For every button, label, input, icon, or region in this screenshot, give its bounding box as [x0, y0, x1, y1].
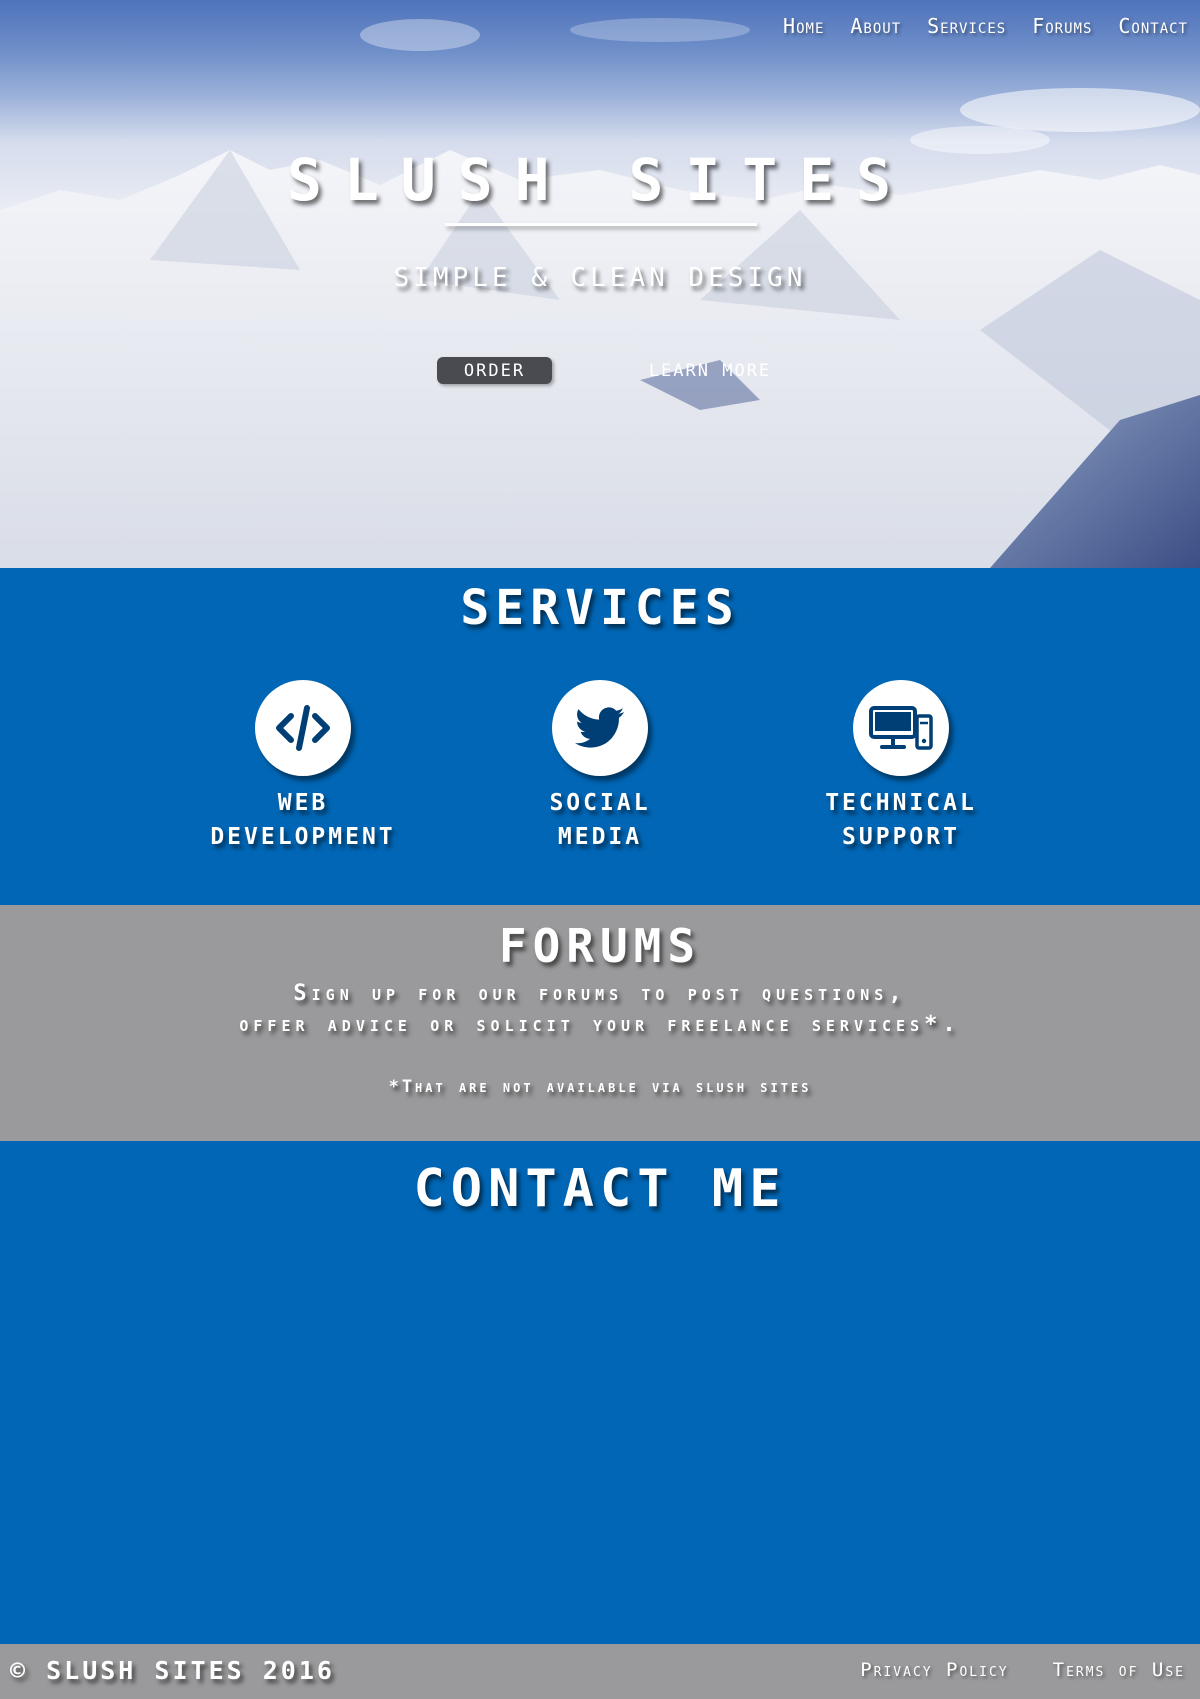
service-label-line2: SUPPORT	[842, 824, 960, 850]
footer: © SLUSH SITES 2016 Privacy Policy Terms …	[0, 1644, 1200, 1699]
services-heading: SERVICES	[460, 580, 740, 636]
devices-icon	[853, 680, 949, 776]
privacy-policy-link[interactable]: Privacy Policy	[860, 1659, 1008, 1681]
service-label-line1: SOCIAL	[549, 790, 651, 816]
service-social-media[interactable]: SOCIAL MEDIA	[470, 680, 730, 854]
twitter-bird-icon	[552, 680, 648, 776]
service-label-line1: TECHNICAL	[825, 790, 977, 816]
terms-of-use-link[interactable]: Terms of Use	[1053, 1659, 1185, 1681]
forums-description-line2: offer advice or solicit your freelance s…	[239, 1012, 961, 1037]
title-underline	[445, 223, 757, 226]
nav-services-link[interactable]: Services	[927, 14, 1006, 38]
nav-home-link[interactable]: Home	[783, 14, 824, 38]
service-label-line2: MEDIA	[557, 824, 643, 850]
nav-about-link[interactable]: About	[850, 14, 901, 38]
service-label-line1: WEB	[277, 790, 329, 816]
service-label-line2: DEVELOPMENT	[210, 824, 396, 850]
hero-title: SLUSH SITES	[286, 146, 914, 214]
services-section: SERVICES WEB DEVELOPMENT SOCIAL MEDIA TE…	[0, 568, 1200, 905]
code-icon	[255, 680, 351, 776]
service-technical-support[interactable]: TECHNICAL SUPPORT	[771, 680, 1031, 854]
service-web-development[interactable]: WEB DEVELOPMENT	[173, 680, 433, 854]
hero-subtitle: SIMPLE & CLEAN DESIGN	[393, 263, 807, 293]
main-nav: Home About Services Forums Contact	[783, 14, 1188, 38]
order-button[interactable]: ORDER	[437, 357, 552, 384]
contact-section: CONTACT ME	[0, 1141, 1200, 1644]
contact-heading: CONTACT ME	[413, 1159, 787, 1219]
learn-more-button[interactable]: LEARN MORE	[638, 357, 782, 384]
forums-description-line1: Sign up for our forums to post questions…	[293, 981, 907, 1006]
nav-forums-link[interactable]: Forums	[1032, 14, 1092, 38]
footer-copyright: © SLUSH SITES 2016	[10, 1656, 335, 1685]
forums-section: FORUMS Sign up for our forums to post qu…	[0, 905, 1200, 1141]
forums-heading: FORUMS	[498, 919, 702, 973]
hero-section: Home About Services Forums Contact SLUSH…	[0, 0, 1200, 568]
forums-footnote: *That are not available via slush sites	[388, 1077, 812, 1097]
footer-links: Privacy Policy Terms of Use	[860, 1659, 1185, 1681]
nav-contact-link[interactable]: Contact	[1118, 14, 1188, 38]
